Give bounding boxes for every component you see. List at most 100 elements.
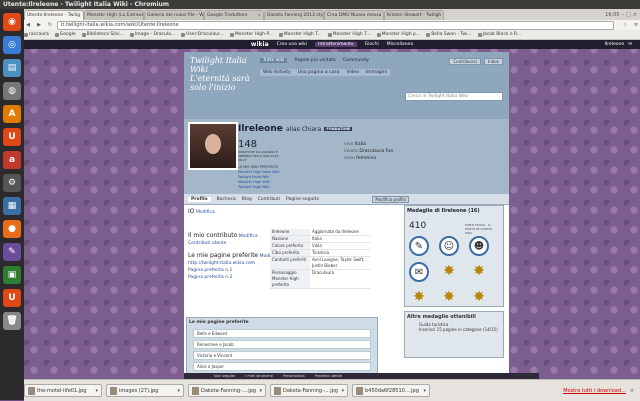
close-window-icon[interactable]: × bbox=[633, 12, 637, 18]
medal-icon[interactable]: ✉ bbox=[409, 262, 429, 282]
dash-icon[interactable]: ◉ bbox=[3, 13, 21, 31]
browser-tab[interactable]: Monster High (Lo Extrave× bbox=[84, 10, 144, 20]
trash-icon[interactable]: 🗑 bbox=[3, 312, 21, 330]
bookmark[interactable]: Monster High T... bbox=[327, 32, 371, 37]
star-medal-icon[interactable]: ✸ bbox=[439, 288, 459, 306]
bookmark[interactable]: Monster High-P... bbox=[229, 32, 273, 37]
chevron-down-icon[interactable]: ▾ bbox=[341, 388, 344, 394]
bookmark[interactable]: User:Draculaur... bbox=[181, 32, 224, 37]
download-item[interactable]: images (27).jpg ▾ bbox=[106, 384, 184, 397]
amazon-icon[interactable]: a bbox=[3, 151, 21, 169]
wiki-nav-item[interactable]: Community bbox=[343, 58, 369, 63]
wiki-wordmark[interactable]: Twilight Italia Wiki L'eternità sarà sol… bbox=[190, 56, 250, 92]
star-medal-icon[interactable]: ✸ bbox=[469, 262, 489, 280]
url-input[interactable]: it.twilight-italia.wikia.com/wiki/Utente… bbox=[57, 20, 614, 30]
download-item[interactable]: b450da6f28510....jpg ▾ bbox=[352, 384, 430, 397]
wiki-subnav-item[interactable]: Wiki Activity bbox=[263, 70, 291, 75]
close-icon[interactable]: × bbox=[257, 11, 261, 20]
list-item[interactable]: Alice e Jasper bbox=[193, 362, 371, 371]
software-center-icon[interactable]: A bbox=[3, 105, 21, 123]
wiki-subnav-item[interactable]: Una pagina a caso bbox=[298, 70, 340, 75]
bookmark[interactable]: raccaura bbox=[24, 32, 49, 37]
ubuntu-one-icon[interactable]: U bbox=[3, 128, 21, 146]
chevron-down-icon[interactable]: ▾ bbox=[177, 388, 180, 394]
firefox-icon[interactable]: ● bbox=[3, 220, 21, 238]
bookmark-icon bbox=[477, 32, 482, 37]
list-item[interactable]: Victoria e Vincent bbox=[193, 351, 371, 360]
bookmark[interactable]: Jacob Black e R... bbox=[477, 32, 521, 37]
browser-tab[interactable]: Google Traduttore × bbox=[204, 10, 264, 20]
bookmark[interactable]: Monster High p... bbox=[376, 32, 420, 37]
start-wiki-link[interactable]: Crea una wiki bbox=[277, 42, 308, 47]
chevron-down-icon[interactable]: ▾ bbox=[259, 388, 262, 394]
chevron-down-icon[interactable]: ▾ bbox=[423, 388, 426, 394]
close-icon[interactable]: × bbox=[630, 388, 634, 394]
bookmark[interactable]: Bella Swan - Twi... bbox=[426, 32, 472, 37]
back-icon[interactable]: ◀ bbox=[24, 22, 32, 28]
nav-games[interactable]: Giochi bbox=[365, 42, 379, 47]
star-medal-icon[interactable]: ✸ bbox=[409, 288, 429, 306]
tab-profile[interactable]: Profilo bbox=[188, 196, 211, 202]
forward-icon[interactable]: ▶ bbox=[35, 22, 43, 28]
edit-link[interactable]: Modifica bbox=[239, 234, 258, 239]
libreoffice-icon[interactable]: ▦ bbox=[3, 197, 21, 215]
chevron-down-icon[interactable]: ▾ bbox=[95, 388, 98, 394]
edit-profile-button[interactable]: Modifica profilo bbox=[372, 195, 409, 203]
notifications-icon[interactable]: ✉ bbox=[628, 42, 632, 47]
chromium-icon[interactable]: ◎ bbox=[3, 36, 21, 54]
download-shelf: the-motel-life01.jpg ▾ images (27).jpg ▾ D… bbox=[24, 379, 640, 401]
bookmark[interactable]: Biblioteca Silvi... bbox=[81, 32, 124, 37]
download-item[interactable]: the-motel-life01.jpg ▾ bbox=[24, 384, 102, 397]
gimp-icon[interactable]: ✎ bbox=[3, 243, 21, 261]
wiki-nav-item[interactable]: Tutte wiki bbox=[260, 58, 288, 63]
nav-misc[interactable]: Miscellanea bbox=[387, 42, 413, 47]
nav-entertainment[interactable]: Intrattenimento bbox=[315, 42, 357, 47]
list-item[interactable]: Renesmee e Jacob bbox=[193, 340, 371, 349]
wiki-nav-item[interactable]: Pagine più visitate bbox=[294, 58, 335, 63]
settings-icon[interactable]: ⚙ bbox=[3, 174, 21, 192]
files-icon[interactable]: ▤ bbox=[3, 59, 21, 77]
browser-tab[interactable]: Galleria dei nuovi file - W× bbox=[144, 10, 204, 20]
bookmark[interactable]: Monster High T... bbox=[278, 32, 322, 37]
bookmark[interactable]: Image - Dracula... bbox=[129, 32, 175, 37]
avatar[interactable] bbox=[188, 122, 238, 170]
tab-followed[interactable]: Pagine seguite bbox=[286, 197, 319, 202]
star-medal-icon[interactable]: ✸ bbox=[439, 262, 459, 280]
contribute-button[interactable]: Contribuisci bbox=[449, 58, 482, 65]
medal-icon[interactable]: ✎ bbox=[409, 236, 429, 256]
list-item[interactable]: Bella e Edward bbox=[193, 329, 371, 338]
show-all-downloads-link[interactable]: Mostra tutti i download... bbox=[563, 388, 626, 394]
star-icon[interactable]: ☆ bbox=[621, 22, 629, 28]
menu-icon[interactable]: ≡ bbox=[632, 22, 640, 28]
bookmark[interactable]: Google bbox=[54, 32, 76, 37]
wiki-subnav-item[interactable]: Video bbox=[346, 70, 359, 75]
browser-tab[interactable]: Dakota Fanning 2013 styl× bbox=[264, 10, 324, 20]
tab-contributions[interactable]: Contributi bbox=[258, 197, 280, 202]
wiki-subnav-item[interactable]: Immagini bbox=[366, 70, 387, 75]
edit-count: 148 bbox=[238, 139, 258, 150]
minimize-icon[interactable]: – bbox=[622, 12, 625, 18]
tab-blog[interactable]: Blog bbox=[242, 197, 252, 202]
terminal-icon[interactable]: ▣ bbox=[3, 266, 21, 284]
medal-icon[interactable]: ☺ bbox=[439, 236, 459, 256]
edit-link[interactable]: Modifica bbox=[196, 210, 215, 215]
browser-tab[interactable]: Crea DMU Nuovo messa× bbox=[324, 10, 384, 20]
reload-icon[interactable]: ↻ bbox=[46, 22, 54, 28]
download-item[interactable]: Dakota-Fanning-....jpg ▾ bbox=[188, 384, 266, 397]
inbox-button[interactable]: Inbox bbox=[484, 58, 503, 65]
wiki-search-input[interactable]: Cerca in Twilight Italia Wiki bbox=[405, 92, 503, 101]
user-menu[interactable]: Ilreleone bbox=[605, 42, 625, 47]
tab-wall[interactable]: Bacheca bbox=[217, 197, 236, 202]
close-icon[interactable]: × bbox=[443, 11, 444, 21]
download-item[interactable]: Dakota-Fanning-....jpg ▾ bbox=[270, 384, 348, 397]
star-medal-icon[interactable]: ✸ bbox=[469, 288, 489, 306]
ubuntu-icon[interactable]: U bbox=[3, 289, 21, 307]
disk-icon[interactable]: ◍ bbox=[3, 82, 21, 100]
maximize-icon[interactable]: □ bbox=[626, 12, 631, 18]
wikia-logo[interactable]: wikia bbox=[251, 41, 269, 48]
browser-tab[interactable]: Kristen Stewart - Twiligh× bbox=[384, 10, 444, 20]
wiki-nav: Tutte wiki Pagine più visitate Community bbox=[260, 58, 369, 63]
favorite-wiki-link[interactable]: Twilight Saga Wiki bbox=[238, 185, 280, 190]
browser-tab[interactable]: Utente:Ilreleone - Twilig× bbox=[24, 10, 84, 20]
medal-icon[interactable]: ☻ bbox=[469, 236, 489, 256]
